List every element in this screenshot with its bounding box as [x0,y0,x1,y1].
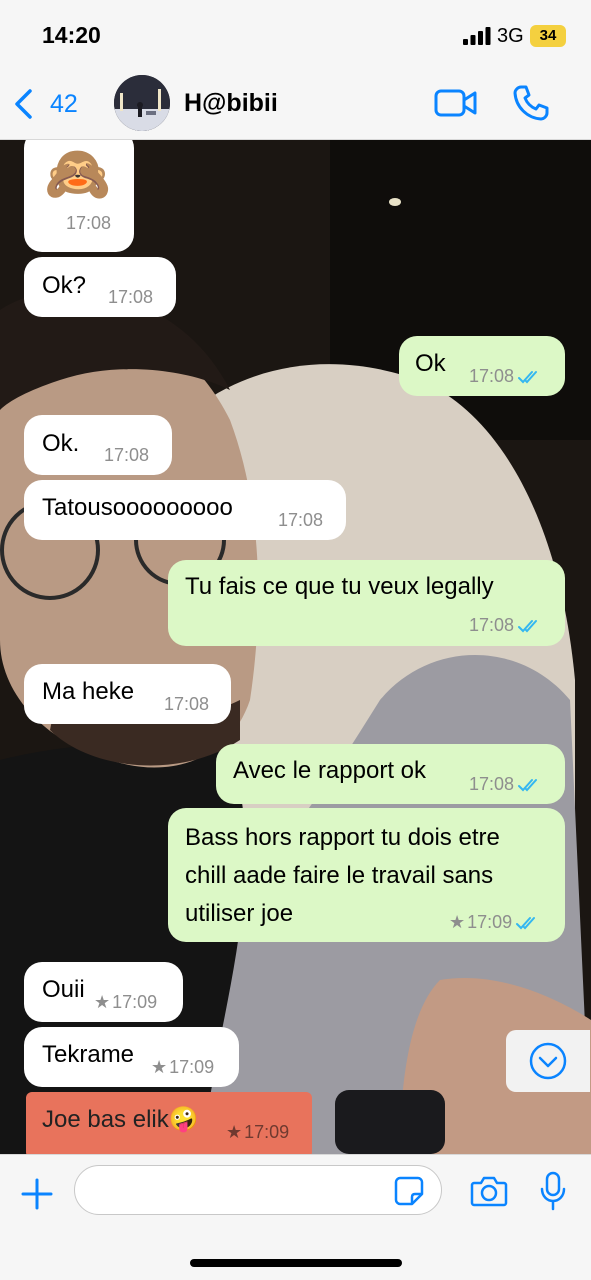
message-time: 17:08 [469,615,515,635]
home-indicator [190,1259,402,1267]
message-bubble-incoming[interactable]: Tatousooooooooo 17:08 [24,480,346,540]
chevron-left-icon [15,89,32,119]
message-time: 17:08 [164,694,210,714]
contact-name[interactable]: H@bibii [184,89,278,118]
message-emoji: 🙈 [44,144,112,204]
read-ticks-icon [518,778,538,791]
message-bubble-outgoing[interactable]: Bass hors rapport tu dois etre chill aad… [168,808,565,942]
plus-icon[interactable] [20,1177,54,1211]
message-time: 17:09 [244,1122,290,1142]
message-time: 17:09 [467,912,513,932]
message-time: 17:08 [66,213,112,233]
avatar-image [114,75,170,131]
message-text: Ok [415,350,446,377]
battery-icon: 34 [530,25,566,47]
read-ticks-icon [516,916,536,929]
scroll-to-bottom-button[interactable] [506,1030,590,1092]
star-icon: ★ [449,912,466,932]
message-bubble-incoming[interactable]: 🙈 17:08 [24,140,134,252]
message-bubble-outgoing[interactable]: Ok 17:08 [399,336,565,396]
status-bar: 14:20 3G 34 [0,0,591,72]
read-ticks-icon [518,619,538,632]
message-text: Ouii [42,976,85,1003]
chevron-down-circle-icon [529,1042,567,1080]
chat-area[interactable]: 🙈 17:08 Ok? 17:08 Ok 17:08 Ok. 17:08 Tat… [0,140,591,1154]
back-button[interactable]: 42 [12,86,78,122]
sticker-icon[interactable] [394,1176,424,1206]
status-time: 14:20 [42,22,101,48]
message-bubble-incoming[interactable]: Ouii ★ 17:09 [24,962,183,1022]
message-bubble-outgoing[interactable]: Avec le rapport ok 17:08 [216,744,565,804]
message-text: Joe bas elik🤪 [42,1106,199,1133]
message-bubble-incoming[interactable]: Ok? 17:08 [24,257,176,317]
phone-icon[interactable] [512,84,550,122]
message-time: 17:09 [112,992,158,1012]
camera-icon[interactable] [470,1175,508,1207]
network-type: 3G [497,25,524,47]
message-time: 17:08 [104,445,150,465]
message-text: Tu fais ce que tu veux legally [185,573,494,600]
message-text: Ok. [42,430,80,457]
message-time: 17:08 [108,287,154,307]
message-time: 17:08 [469,366,515,386]
star-icon: ★ [226,1122,243,1142]
unread-count: 42 [50,89,78,118]
message-bubble-incoming[interactable]: Ok. 17:08 [24,415,172,475]
star-icon: ★ [151,1057,168,1077]
message-text: Tatousooooooooo [42,494,233,521]
message-text: Ok? [42,272,87,299]
microphone-icon[interactable] [539,1171,567,1211]
message-bubble-outgoing[interactable]: Tu fais ce que tu veux legally 17:08 [168,560,565,646]
message-text: Tekrame [42,1041,135,1068]
read-ticks-icon [518,370,538,383]
contact-avatar[interactable] [114,75,170,131]
message-input[interactable] [74,1165,442,1215]
signal-icon [463,27,491,45]
message-text: Avec le rapport ok [233,757,426,784]
star-icon: ★ [94,992,111,1012]
message-bubble-incoming[interactable]: Ma heke 17:08 [24,664,231,724]
message-bubble-incoming-highlighted[interactable]: Joe bas elik🤪 ★ 17:09 [26,1092,312,1154]
message-time: 17:09 [169,1057,215,1077]
video-camera-icon[interactable] [434,86,478,120]
message-bubble-incoming[interactable]: Tekrame ★ 17:09 [24,1027,239,1087]
message-text: Ma heke [42,678,135,705]
message-time: 17:08 [469,774,515,794]
message-input-bar [0,1154,591,1280]
message-time: 17:08 [278,510,324,530]
chat-header: 42 H@bibii [0,72,591,140]
